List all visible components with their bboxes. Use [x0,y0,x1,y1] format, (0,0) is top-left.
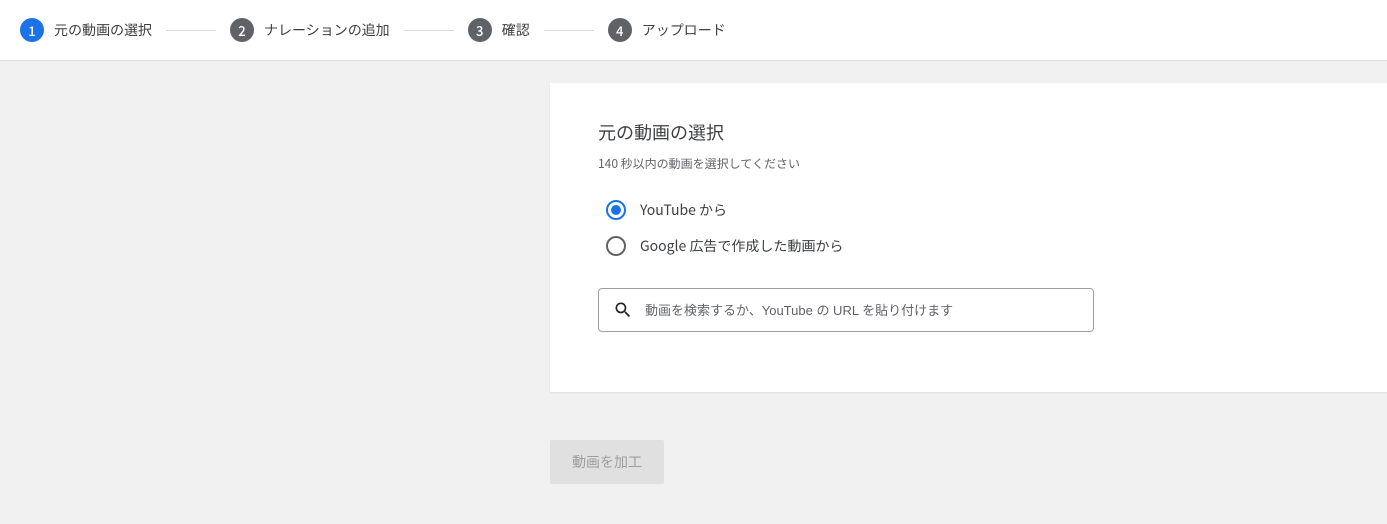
select-video-card: 元の動画の選択 140 秒以内の動画を選択してください YouTube から G… [550,83,1387,392]
step-2[interactable]: 2 ナレーションの追加 [230,18,390,42]
content-area: 元の動画の選択 140 秒以内の動画を選択してください YouTube から G… [0,61,1387,524]
step-circle-1: 1 [20,18,44,42]
step-circle-2: 2 [230,18,254,42]
step-connector [404,30,454,31]
card-subtitle: 140 秒以内の動画を選択してください [598,155,1342,172]
stepper: 1 元の動画の選択 2 ナレーションの追加 3 確認 4 アップロード [0,0,1387,61]
step-circle-3: 3 [468,18,492,42]
step-4[interactable]: 4 アップロード [608,18,726,42]
search-icon [613,300,633,320]
step-label-1: 元の動画の選択 [54,20,152,40]
step-label-2: ナレーションの追加 [264,20,390,40]
radio-label-google-ads: Google 広告で作成した動画から [640,236,843,256]
radio-option-youtube[interactable]: YouTube から [606,192,1342,228]
process-video-button[interactable]: 動画を加工 [550,440,664,484]
radio-option-google-ads[interactable]: Google 広告で作成した動画から [606,228,1342,264]
action-row: 動画を加工 [550,440,1367,484]
step-label-4: アップロード [642,20,726,40]
radio-label-youtube: YouTube から [640,200,727,220]
step-connector [166,30,216,31]
step-3[interactable]: 3 確認 [468,18,530,42]
step-circle-4: 4 [608,18,632,42]
card-title: 元の動画の選択 [598,119,1342,145]
radio-icon [606,200,626,220]
source-radio-group: YouTube から Google 広告で作成した動画から [606,192,1342,264]
step-label-3: 確認 [502,20,530,40]
video-search-field[interactable] [598,288,1094,332]
step-connector [544,30,594,31]
video-search-input[interactable] [645,303,1079,318]
radio-icon [606,236,626,256]
step-1[interactable]: 1 元の動画の選択 [20,18,152,42]
